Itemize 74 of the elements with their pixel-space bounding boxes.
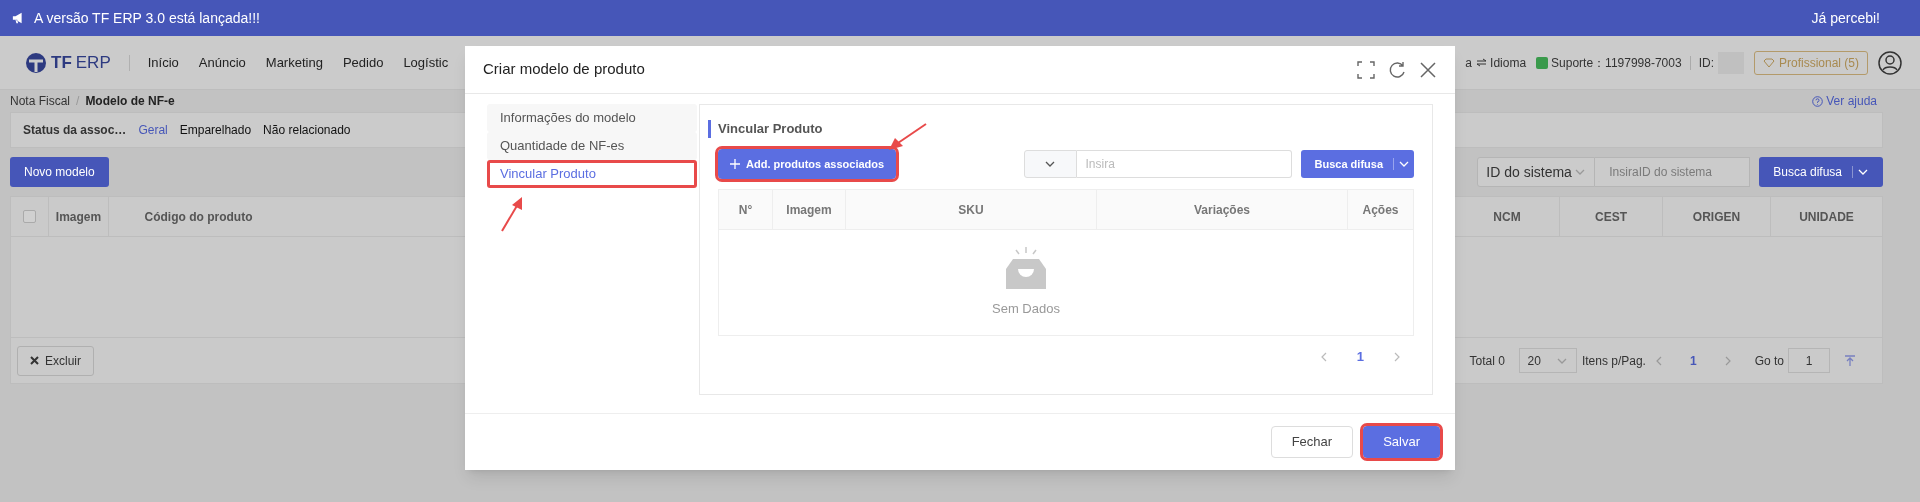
fullscreen-icon[interactable] — [1357, 60, 1375, 79]
column-header: N° — [738, 201, 753, 219]
close-button[interactable]: Fechar — [1270, 426, 1354, 458]
id-label: ID: — [1698, 54, 1714, 72]
dismiss-link[interactable]: Já percebi! — [1811, 7, 1880, 29]
new-model-button[interactable]: Novo modelo — [10, 157, 109, 187]
empty-state-text: Sem Dados — [992, 299, 1060, 318]
previous-page-icon[interactable] — [1655, 355, 1662, 366]
announcement-text: A versão TF ERP 3.0 está lançada!!! — [34, 8, 260, 28]
column-header: SKU — [958, 201, 984, 219]
filter-option[interactable]: Emparelhado — [179, 121, 252, 139]
column-header: UNIDADE — [1799, 208, 1854, 226]
filter-label: Status da assoc… — [23, 122, 127, 139]
column-header: NCM — [1493, 208, 1521, 226]
dialog-menu-item[interactable]: Informações do modelo — [487, 104, 697, 132]
dialog-menu-item[interactable]: Quantidade de NF-es — [487, 132, 697, 160]
diamond-icon — [1762, 57, 1775, 68]
plus-icon — [730, 159, 740, 169]
refresh-icon[interactable] — [1387, 59, 1407, 80]
select-all-checkbox[interactable] — [23, 210, 36, 223]
logo-mark: TF — [51, 51, 72, 74]
column-header: Variações — [1193, 201, 1250, 219]
section-title: Vincular Produto — [718, 120, 823, 139]
close-icon — [30, 356, 39, 365]
logo-text: ERP — [75, 51, 111, 74]
cut-text: a — [1465, 54, 1473, 72]
total-count: Total 0 — [1469, 352, 1505, 370]
column-header: Imagem — [55, 208, 102, 226]
close-icon[interactable] — [1419, 60, 1437, 79]
search-field[interactable]: InsiraID do sistema — [1595, 157, 1751, 187]
column-header: CEST — [1595, 208, 1627, 226]
next-page-icon[interactable] — [1724, 355, 1731, 366]
filter-option[interactable]: Não relacionado — [263, 121, 351, 139]
nav-link[interactable]: Pedido — [342, 52, 384, 73]
nav-link[interactable]: Anúncio — [198, 52, 246, 73]
filter-option[interactable]: Geral — [138, 121, 168, 139]
breadcrumb-link[interactable]: Nota Fiscal — [10, 92, 71, 110]
support-text: Suporte：1197998-7003 — [1551, 54, 1682, 72]
nav-link[interactable]: Logístic — [403, 52, 449, 73]
phone-icon — [1536, 56, 1549, 69]
swap-icon — [1476, 58, 1488, 67]
fuzzy-search-button[interactable]: Busca difusa — [1300, 150, 1414, 178]
page-size-select[interactable]: 20 — [1518, 348, 1577, 373]
search-field-select[interactable]: ID do sistema — [1477, 157, 1596, 187]
user-avatar-icon[interactable] — [1878, 50, 1902, 75]
search-field[interactable]: Insira — [1076, 150, 1292, 178]
column-header: ORIGEN — [1692, 208, 1741, 226]
go-to-field[interactable]: 1 — [1788, 348, 1830, 373]
help-icon — [1812, 95, 1824, 107]
fuzzy-search-button[interactable]: Busca difusa — [1759, 157, 1883, 187]
save-button[interactable]: Salvar — [1363, 426, 1440, 458]
logo-icon — [25, 51, 47, 74]
annotation-arrow — [888, 123, 928, 151]
back-to-top-icon[interactable] — [1844, 354, 1856, 367]
next-page-icon[interactable] — [1394, 352, 1400, 362]
dialog-title: Criar modelo de produto — [483, 59, 645, 80]
add-products-button[interactable]: Add. produtos associados — [718, 149, 897, 179]
column-header: Imagem — [786, 201, 832, 219]
nav-link[interactable]: Início — [147, 52, 179, 73]
search-type-select[interactable] — [1023, 150, 1077, 178]
page-number[interactable]: 1 — [1689, 351, 1697, 370]
help-link[interactable]: Ver ajuda — [1812, 92, 1877, 110]
language-link[interactable]: Idioma — [1476, 53, 1527, 72]
column-header: Código do produto — [144, 208, 253, 226]
dialog-menu-item[interactable]: Vincular Produto — [487, 160, 697, 188]
column-header: Ações — [1362, 201, 1399, 219]
per-page-label: Itens p/Pag. — [1581, 352, 1646, 370]
nav-link[interactable]: Marketing — [265, 52, 323, 73]
page-number[interactable]: 1 — [1356, 347, 1364, 367]
breadcrumb-current: Modelo de NF-e — [85, 93, 175, 110]
go-to-label: Go to — [1754, 352, 1784, 370]
previous-page-icon[interactable] — [1320, 352, 1327, 362]
delete-button[interactable]: Excluir — [17, 345, 94, 376]
breadcrumb-separator: / — [76, 93, 80, 110]
